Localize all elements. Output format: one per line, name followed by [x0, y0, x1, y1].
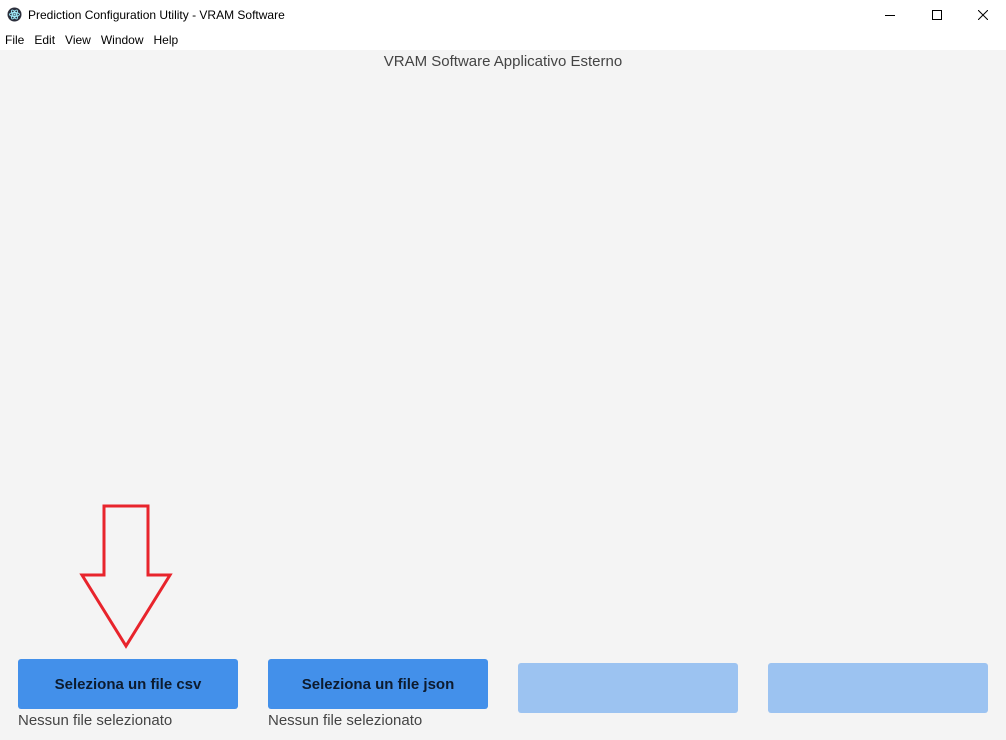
menu-file[interactable]: File [0, 30, 29, 50]
menu-view[interactable]: View [60, 30, 96, 50]
menu-edit[interactable]: Edit [29, 30, 60, 50]
minimize-icon [885, 10, 895, 20]
electron-app-icon [7, 7, 22, 22]
json-file-status: Nessun file selezionato [268, 712, 423, 729]
menu-bar: File Edit View Window Help [0, 30, 1006, 50]
maximize-button[interactable] [914, 0, 960, 30]
app-window: Prediction Configuration Utility - VRAM … [0, 0, 1006, 740]
select-csv-label: Seleziona un file csv [54, 675, 202, 693]
csv-file-status: Nessun file selezionato [18, 712, 173, 729]
select-json-button[interactable]: Seleziona un file json [268, 659, 488, 709]
close-icon [978, 10, 988, 20]
arrow-down-icon [78, 503, 174, 649]
menu-window[interactable]: Window [96, 30, 149, 50]
page-title: VRAM Software Applicativo Esterno [383, 53, 623, 70]
maximize-icon [932, 10, 942, 20]
close-button[interactable] [960, 0, 1006, 30]
title-bar[interactable]: Prediction Configuration Utility - VRAM … [0, 0, 1006, 30]
disabled-action-button-4[interactable] [768, 663, 988, 713]
select-csv-button[interactable]: Seleziona un file csv [18, 659, 238, 709]
window-title: Prediction Configuration Utility - VRAM … [28, 8, 285, 22]
menu-help[interactable]: Help [149, 30, 184, 50]
disabled-action-button-3[interactable] [518, 663, 738, 713]
select-json-label: Seleziona un file json [301, 675, 455, 693]
main-content: VRAM Software Applicativo Esterno Selezi… [0, 50, 1006, 740]
minimize-button[interactable] [867, 0, 913, 30]
